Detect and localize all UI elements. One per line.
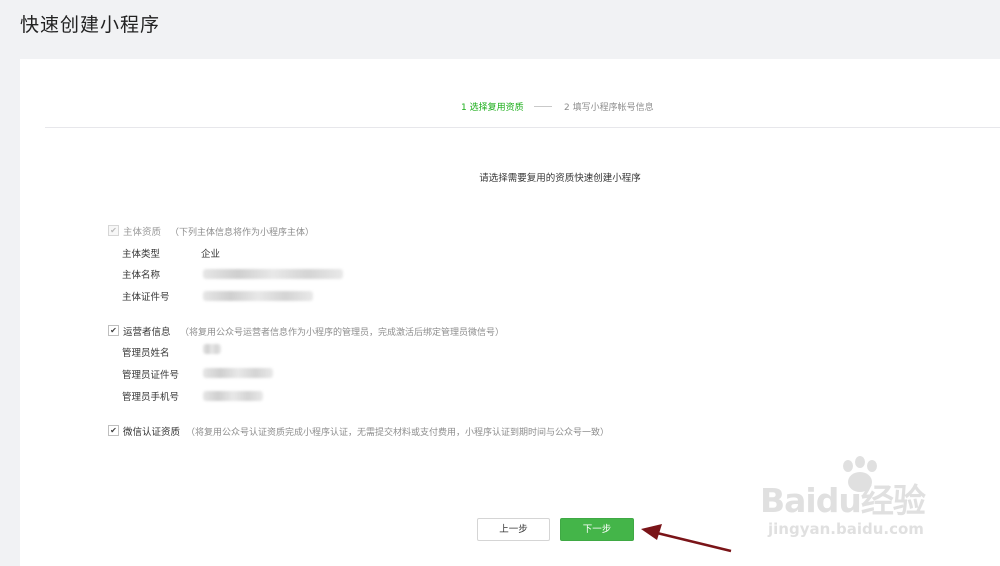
operator-checkbox[interactable]: ✔ xyxy=(108,325,119,336)
next-step-button[interactable]: 下一步 xyxy=(560,518,634,541)
instruction-text: 请选择需要复用的资质快速创建小程序 xyxy=(479,173,641,184)
entity-type-value: 企业 xyxy=(201,249,221,260)
step-2-label: 2 填写小程序帐号信息 xyxy=(564,103,654,113)
wechat-verify-checkbox[interactable]: ✔ xyxy=(108,425,119,436)
divider xyxy=(45,127,1000,128)
step-indicator: 1 选择复用资质 2 填写小程序帐号信息 xyxy=(20,100,1000,114)
admin-name-value-redacted xyxy=(203,344,221,354)
admin-name-label: 管理员姓名 xyxy=(122,348,170,359)
operator-section-label: 运营者信息 xyxy=(123,327,171,338)
admin-id-label: 管理员证件号 xyxy=(122,370,180,381)
wechat-verify-section-label: 微信认证资质 xyxy=(123,427,181,438)
step-1-label: 1 选择复用资质 xyxy=(461,103,524,113)
wechat-verify-section-note: （将复用公众号认证资质完成小程序认证，无需提交材料或支付费用，小程序认证到期时间… xyxy=(186,428,610,438)
admin-phone-label: 管理员手机号 xyxy=(122,392,180,403)
entity-cert-label: 主体证件号 xyxy=(122,292,170,303)
entity-section-note: （下列主体信息将作为小程序主体） xyxy=(170,228,315,238)
entity-checkbox[interactable]: ✔ xyxy=(108,225,119,236)
prev-step-button[interactable]: 上一步 xyxy=(477,518,550,541)
entity-name-value-redacted xyxy=(203,269,343,279)
entity-type-label: 主体类型 xyxy=(122,249,161,260)
entity-cert-value-redacted xyxy=(203,291,313,301)
baidu-jingyan-watermark: Baidu经验 jingyan.baidu.com xyxy=(760,456,970,548)
entity-name-label: 主体名称 xyxy=(122,270,161,281)
entity-section-label: 主体资质 xyxy=(123,227,162,238)
watermark-logo-text: Baidu经验 xyxy=(760,481,926,520)
page-title: 快速创建小程序 xyxy=(20,14,161,36)
step-connector xyxy=(534,106,552,107)
admin-id-value-redacted xyxy=(203,368,273,378)
operator-section-note: （将复用公众号运营者信息作为小程序的管理员，完成激活后绑定管理员微信号） xyxy=(180,328,505,338)
admin-phone-value-redacted xyxy=(203,391,263,401)
watermark-url-text: jingyan.baidu.com xyxy=(768,520,924,538)
